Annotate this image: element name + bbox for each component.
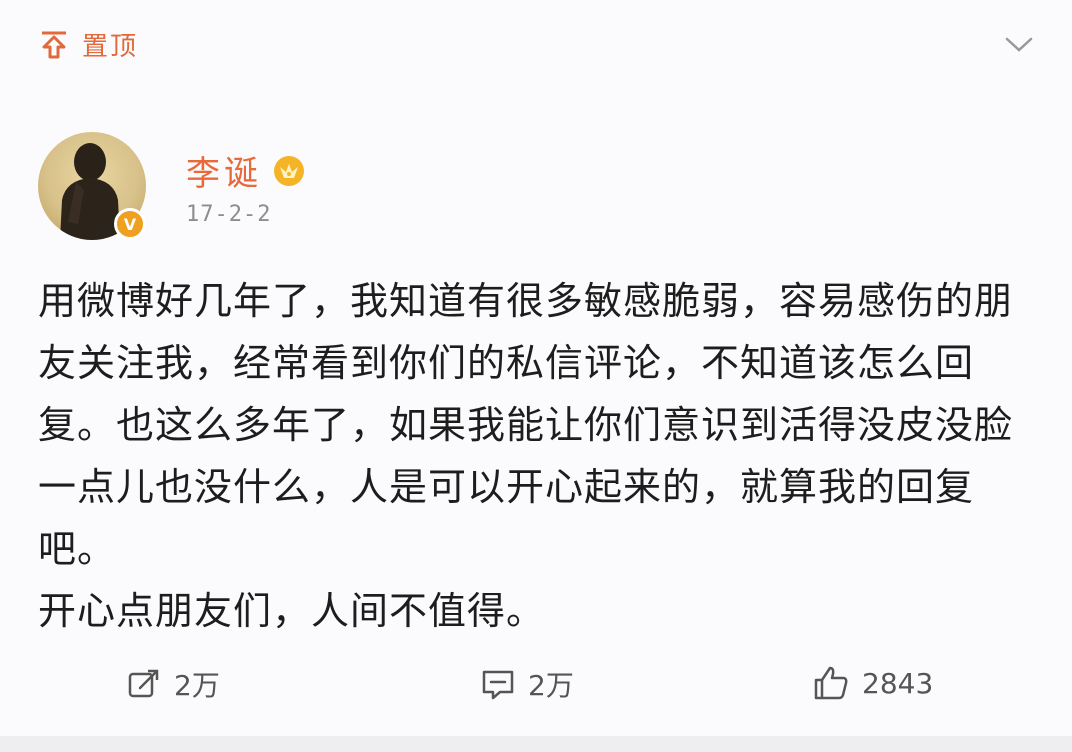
- thumbs-up-icon: [812, 664, 850, 702]
- pin-icon: [38, 29, 70, 61]
- action-bar: 2万 2万 2843: [0, 664, 1072, 712]
- comment-button[interactable]: 2万: [480, 664, 574, 704]
- like-count: 2843: [862, 666, 934, 700]
- like-button[interactable]: 2843: [812, 664, 933, 702]
- card-bottom-edge: [0, 736, 1072, 752]
- post-body: 用微博好几年了，我知道有很多敏感脆弱，容易感伤的朋友关注我，经常看到你们的私信评…: [38, 270, 1038, 642]
- weibo-post-card: 置顶 V 李诞 17-2-2 用微博好几年了，我知道有很多敏感脆弱，容易感伤的朋…: [0, 0, 1072, 752]
- author-row: 李诞: [186, 146, 306, 195]
- comment-count: 2万: [528, 669, 574, 702]
- vip-crown-icon: [272, 154, 306, 188]
- repost-button[interactable]: 2万: [126, 664, 220, 704]
- post-paragraph: 用微博好几年了，我知道有很多敏感脆弱，容易感伤的朋友关注我，经常看到你们的私信评…: [38, 279, 1014, 571]
- pinned-indicator: 置顶: [38, 26, 138, 63]
- post-date: 17-2-2: [186, 202, 272, 227]
- author-name[interactable]: 李诞: [186, 146, 262, 195]
- post-paragraph: 开心点朋友们，人间不值得。: [38, 589, 546, 633]
- comment-icon: [480, 666, 516, 702]
- avatar[interactable]: V: [38, 132, 146, 240]
- repost-count: 2万: [174, 669, 220, 702]
- chevron-down-icon[interactable]: [1004, 36, 1034, 58]
- pinned-label: 置顶: [82, 32, 139, 62]
- verified-badge-icon: V: [114, 208, 146, 240]
- repost-icon: [126, 666, 162, 702]
